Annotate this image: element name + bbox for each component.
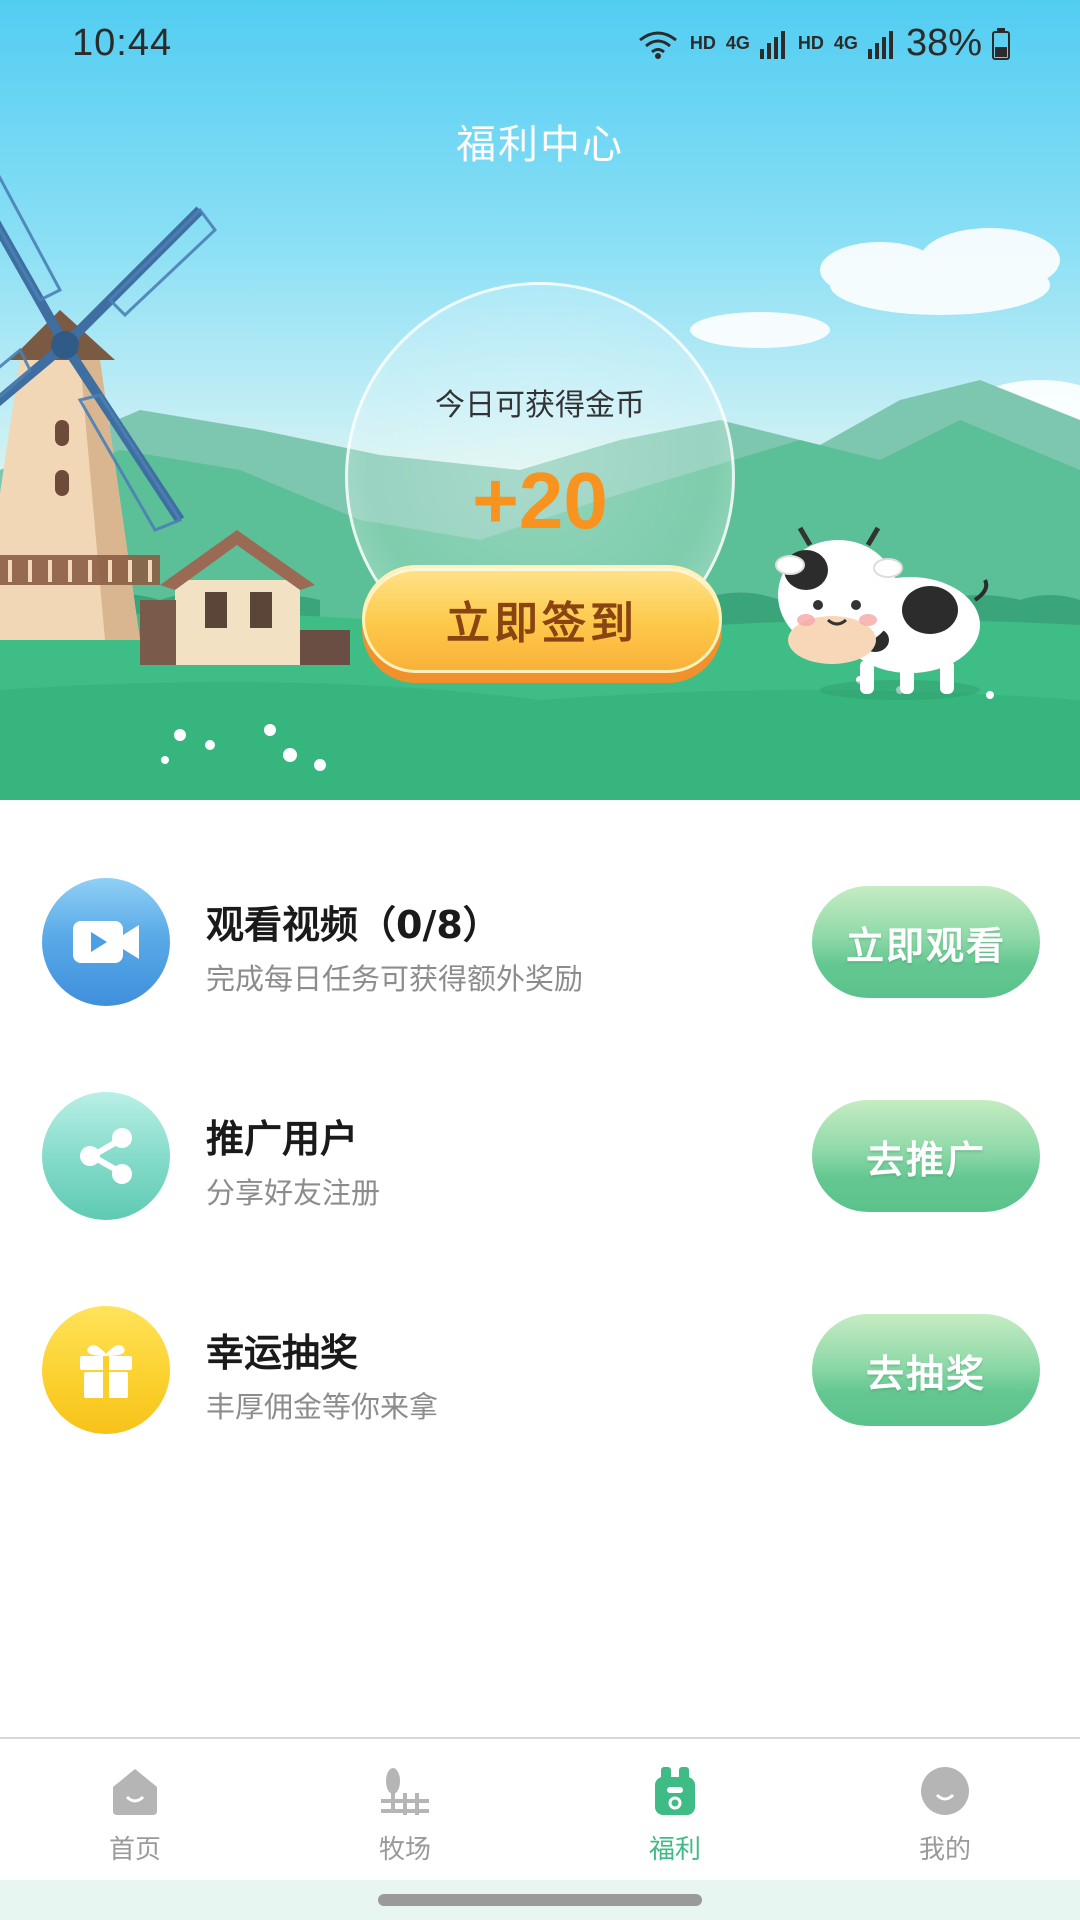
network-type: 4G (725, 33, 750, 53)
hd-indicator: HD (689, 33, 716, 53)
task-lucky-draw: 幸运抽奖 丰厚佣金等你来拿 去抽奖 (0, 1298, 1080, 1438)
check-in-button-label: 立即签到 (446, 598, 638, 649)
page-title: 福利中心 (456, 122, 624, 168)
lucky-draw-button[interactable]: 去抽奖 (812, 1314, 1040, 1426)
task-title: 推广用户 (206, 1117, 359, 1161)
profile-icon (921, 1767, 969, 1815)
battery-icon (992, 27, 1010, 60)
task-subtitle: 丰厚佣金等你来拿 (206, 1390, 439, 1424)
task-promote-users: 推广用户 分享好友注册 去推广 (0, 1084, 1080, 1224)
nav-ranch-label: 牧场 (378, 1835, 431, 1865)
wifi-icon (638, 31, 677, 59)
network-type-2: 4G (833, 33, 858, 53)
ranch-icon (381, 1768, 429, 1815)
watch-now-button-label: 立即观看 (845, 923, 1006, 968)
status-time: 10:44 (72, 22, 173, 64)
status-bar: 10:44 HD 4G HD 4G 38% (0, 0, 1080, 90)
hero-banner: 10:44 HD 4G HD 4G 38% 福利中心 今日可获得金币 +20 立… (0, 0, 1080, 800)
battery-percent: 38% (905, 22, 982, 64)
nav-welfare[interactable]: 福利 (540, 1739, 810, 1880)
welfare-icon (655, 1767, 695, 1815)
bottom-navigation: 首页 牧场 福利 我的 (0, 1737, 1080, 1880)
lucky-draw-button-label: 去抽奖 (865, 1351, 986, 1396)
status-indicators: HD 4G HD 4G 38% (636, 22, 1010, 65)
coin-amount: +20 (472, 456, 608, 545)
task-title: 幸运抽奖 (206, 1331, 359, 1375)
check-in-button[interactable]: 立即签到 (362, 565, 722, 673)
nav-home-label: 首页 (108, 1835, 161, 1865)
promote-button[interactable]: 去推广 (812, 1100, 1040, 1212)
share-icon (42, 1092, 170, 1220)
task-title: 观看视频（0/8） (206, 903, 501, 947)
signal-icon (759, 30, 785, 59)
home-indicator[interactable] (378, 1894, 702, 1906)
nav-profile[interactable]: 我的 (810, 1739, 1080, 1880)
nav-profile-label: 我的 (918, 1835, 971, 1865)
hd-indicator-2: HD (797, 33, 824, 53)
video-camera-icon (42, 878, 170, 1006)
watch-now-button[interactable]: 立即观看 (812, 886, 1040, 998)
promote-button-label: 去推广 (865, 1137, 986, 1182)
signal-icon-2 (867, 30, 893, 59)
nav-welfare-label: 福利 (648, 1835, 701, 1865)
nav-home[interactable]: 首页 (0, 1739, 270, 1880)
gift-icon (42, 1306, 170, 1434)
nav-ranch[interactable]: 牧场 (270, 1739, 540, 1880)
task-subtitle: 完成每日任务可获得额外奖励 (206, 962, 584, 996)
home-icon (113, 1769, 157, 1815)
coin-caption: 今日可获得金币 (435, 388, 645, 423)
task-watch-video: 观看视频（0/8） 完成每日任务可获得额外奖励 立即观看 (0, 870, 1080, 1010)
task-subtitle: 分享好友注册 (206, 1176, 381, 1210)
